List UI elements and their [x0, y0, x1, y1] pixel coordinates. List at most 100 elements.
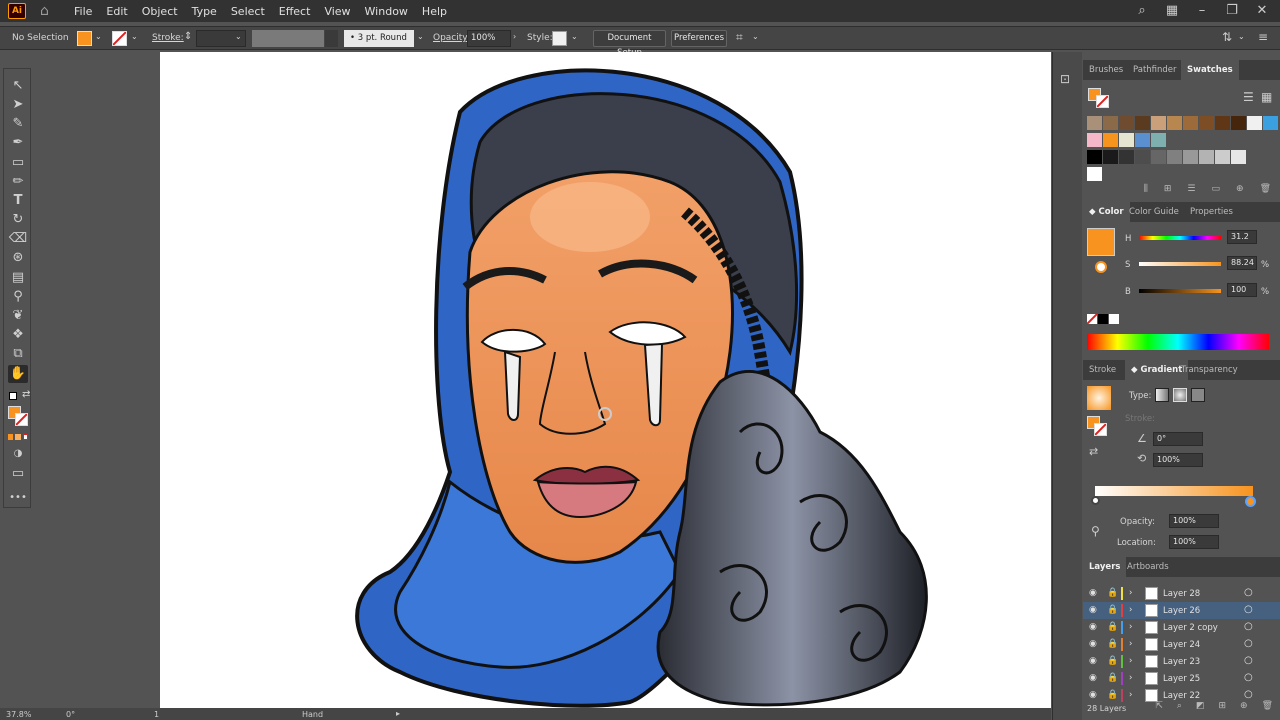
- lock-icon[interactable]: 🔒: [1107, 656, 1118, 666]
- pen-tool-icon[interactable]: ✒: [8, 134, 28, 152]
- swatch-0-7[interactable]: [1199, 116, 1214, 130]
- gradient-preview[interactable]: [1087, 386, 1111, 410]
- color-spectrum[interactable]: [1087, 334, 1269, 350]
- brush-definition[interactable]: • 3 pt. Round: [344, 30, 414, 47]
- tab-layers[interactable]: Layers: [1083, 557, 1127, 577]
- style-dropdown-icon[interactable]: ⌄: [571, 32, 578, 41]
- target-circle-icon[interactable]: ○: [1244, 638, 1253, 649]
- new-sublayer-icon[interactable]: ⊞: [1218, 701, 1226, 713]
- tab-transparency[interactable]: Transparency: [1175, 360, 1244, 380]
- fill-swatch[interactable]: [77, 31, 92, 46]
- swatch-2-1[interactable]: [1103, 150, 1118, 164]
- swatch-2-5[interactable]: [1167, 150, 1182, 164]
- blend-tool-icon[interactable]: ❦: [8, 307, 28, 325]
- layer-row[interactable]: ◉ 🔒 › Layer 25 ○: [1083, 670, 1280, 687]
- swatch-2-0[interactable]: [1087, 150, 1102, 164]
- tab-stroke[interactable]: Stroke: [1083, 360, 1122, 380]
- expand-chevron-icon[interactable]: ›: [1129, 656, 1132, 666]
- menu-select[interactable]: Select: [231, 5, 265, 18]
- swatch-libraries-icon[interactable]: ⫼: [1144, 184, 1148, 196]
- swatch-options-icon[interactable]: ☰: [1187, 184, 1195, 196]
- visibility-eye-icon[interactable]: ◉: [1089, 605, 1097, 615]
- profile-dropdown[interactable]: [325, 30, 338, 47]
- fill-dropdown-icon[interactable]: ⌄: [95, 32, 102, 41]
- swap-colors-icon[interactable]: ⇄: [22, 389, 30, 400]
- visibility-eye-icon[interactable]: ◉: [1089, 622, 1097, 632]
- swatch-0-6[interactable]: [1183, 116, 1198, 130]
- layer-name[interactable]: Layer 24: [1163, 640, 1200, 650]
- opacity-input[interactable]: 100%: [467, 30, 511, 47]
- swatch-0-2[interactable]: [1119, 116, 1134, 130]
- saturation-input[interactable]: 88.24: [1227, 256, 1257, 270]
- target-circle-icon[interactable]: ○: [1244, 655, 1253, 666]
- swatch-0-4[interactable]: [1151, 116, 1166, 130]
- tab-brushes[interactable]: Brushes: [1083, 60, 1129, 80]
- swatch-1-1[interactable]: [1103, 133, 1118, 147]
- align-icon[interactable]: ⌗: [736, 30, 743, 45]
- new-color-group-icon[interactable]: ▭: [1212, 184, 1221, 196]
- swatch-0-1[interactable]: [1103, 116, 1118, 130]
- layer-row[interactable]: ◉ 🔒 › Layer 24 ○: [1083, 636, 1280, 653]
- swatch-1-3[interactable]: [1135, 133, 1150, 147]
- arrange-dropdown-icon[interactable]: ⌄: [1238, 32, 1245, 41]
- layer-name[interactable]: Layer 22: [1163, 691, 1200, 701]
- target-circle-icon[interactable]: ○: [1244, 672, 1253, 683]
- stroke-color-swatch[interactable]: [15, 413, 28, 426]
- restore-icon[interactable]: ❐: [1224, 3, 1240, 19]
- swatch-0-5[interactable]: [1167, 116, 1182, 130]
- paintbrush-tool-icon[interactable]: ✏: [8, 173, 28, 191]
- target-circle-icon[interactable]: ○: [1244, 689, 1253, 700]
- layer-name[interactable]: Layer 23: [1163, 657, 1200, 667]
- lock-icon[interactable]: 🔒: [1107, 673, 1118, 683]
- opacity-label[interactable]: Opacity:: [433, 33, 470, 43]
- gradient-opacity-input[interactable]: 100%: [1169, 514, 1219, 528]
- tab-properties[interactable]: Properties: [1184, 202, 1239, 222]
- layer-row[interactable]: ◉ 🔒 › Layer 2 copy ○: [1083, 619, 1280, 636]
- lock-icon[interactable]: 🔒: [1107, 639, 1118, 649]
- artboard[interactable]: [160, 52, 1051, 710]
- eyedropper-tool-icon[interactable]: ⚲: [8, 288, 28, 306]
- new-swatch-icon[interactable]: ⊕: [1236, 184, 1244, 196]
- stroke-weight-stepper[interactable]: ⇕: [184, 31, 192, 42]
- hue-slider[interactable]: [1139, 236, 1221, 240]
- tab-swatches[interactable]: Swatches: [1181, 60, 1239, 80]
- layer-name[interactable]: Layer 25: [1163, 674, 1200, 684]
- brush-dropdown-icon[interactable]: ⌄: [417, 32, 424, 41]
- swatch-0-11[interactable]: [1263, 116, 1278, 130]
- lock-icon[interactable]: 🔒: [1107, 622, 1118, 632]
- screen-mode-icon[interactable]: ▭: [8, 465, 28, 483]
- layer-name[interactable]: Layer 26: [1163, 606, 1200, 616]
- layer-name[interactable]: Layer 2 copy: [1163, 623, 1218, 633]
- rotation-value[interactable]: 0°: [66, 710, 75, 719]
- swatch-stroke-indicator[interactable]: [1096, 95, 1109, 108]
- expand-chevron-icon[interactable]: ›: [1129, 639, 1132, 649]
- swatch-0-0[interactable]: [1087, 116, 1102, 130]
- swatch-2-9[interactable]: [1231, 150, 1246, 164]
- swatch-0-8[interactable]: [1215, 116, 1230, 130]
- search-icon[interactable]: ⌕: [1134, 3, 1150, 19]
- variable-width-profile[interactable]: [252, 30, 324, 47]
- swatch-2-3[interactable]: [1135, 150, 1150, 164]
- aspect-ratio-input[interactable]: 100%: [1153, 453, 1203, 467]
- stroke-swatch[interactable]: [112, 31, 127, 46]
- none-black-white-swatches[interactable]: [1087, 314, 1120, 325]
- visibility-eye-icon[interactable]: ◉: [1089, 656, 1097, 666]
- arrange-documents-icon[interactable]: ▦: [1164, 3, 1180, 19]
- menu-view[interactable]: View: [324, 5, 350, 18]
- swatch-0-10[interactable]: [1247, 116, 1262, 130]
- arrange-panels-icon[interactable]: ⇅: [1222, 30, 1232, 44]
- expand-chevron-icon[interactable]: ›: [1129, 588, 1132, 598]
- hand-tool-icon[interactable]: ✋: [8, 365, 28, 383]
- preferences-button[interactable]: Preferences: [671, 30, 727, 47]
- close-icon[interactable]: ✕: [1254, 3, 1270, 19]
- new-layer-icon[interactable]: ⊕: [1240, 701, 1248, 713]
- angle-input[interactable]: 0°: [1153, 432, 1203, 446]
- artboard-number[interactable]: 1: [154, 710, 159, 719]
- layer-row[interactable]: ◉ 🔒 › Layer 28 ○: [1083, 585, 1280, 602]
- lock-icon[interactable]: 🔒: [1107, 605, 1118, 615]
- tab-artboards[interactable]: Artboards: [1121, 557, 1175, 577]
- artboard-panel-icon[interactable]: ⊡: [1060, 72, 1070, 86]
- gradient-stop-start[interactable]: [1091, 496, 1100, 505]
- shape-builder-tool-icon[interactable]: ⊛: [8, 249, 28, 267]
- layer-row[interactable]: ◉ 🔒 › Layer 23 ○: [1083, 653, 1280, 670]
